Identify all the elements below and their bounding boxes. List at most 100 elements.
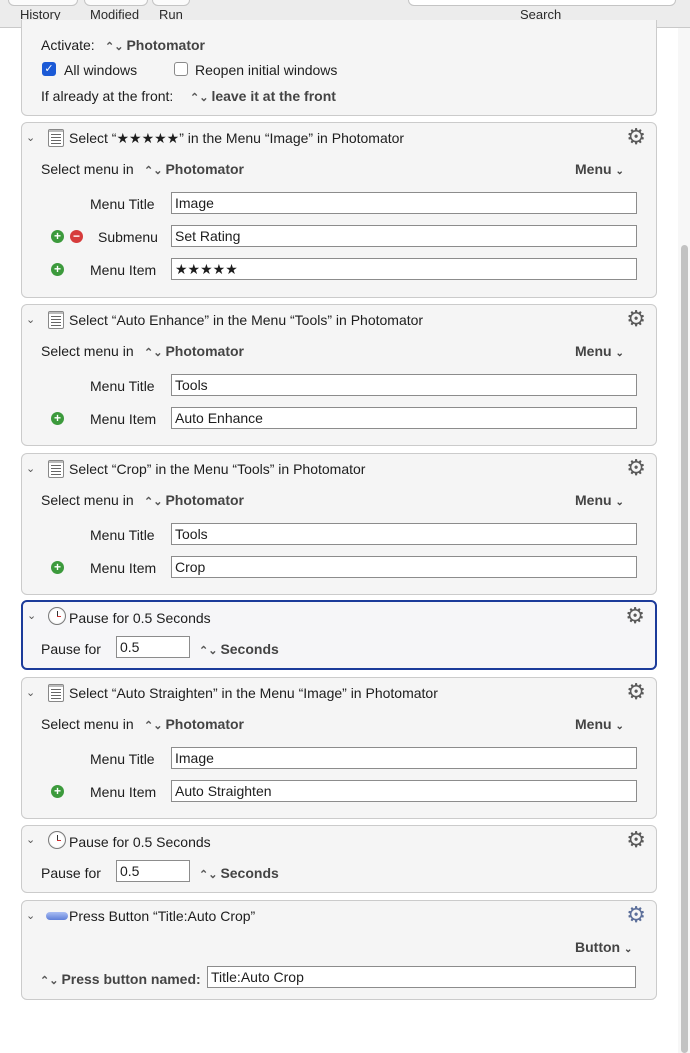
chevron-down-icon[interactable]: ⌄ [26,833,35,846]
menu-item-label: Menu Item [90,411,157,427]
action-title[interactable]: Select “Auto Enhance” in the Menu “Tools… [69,312,423,328]
updown-icon: ⌃⌄ [144,165,163,177]
updown-icon: ⌃⌄ [144,496,163,508]
plus-icon[interactable]: + [51,230,64,243]
press-button-action[interactable]: ⌄ Press Button “Title:Auto Crop” ⚙ Butto… [21,900,657,1000]
modified-button[interactable] [84,0,148,6]
run-button[interactable] [152,0,190,6]
menu-item-field[interactable]: ★★★★★ [171,258,637,280]
pause-action[interactable]: ⌄ Pause for 0.5 Seconds ⚙ Pause for 0.5 … [21,825,657,893]
updown-icon: ⌃⌄ [105,41,124,53]
action-title[interactable]: Select “★★★★★” in the Menu “Image” in Ph… [69,130,404,147]
select-menu-action[interactable]: ⌄ Select “Auto Straighten” in the Menu “… [21,677,657,819]
menu-title-label: Menu Title [90,196,155,212]
menu-action-icon [48,460,64,478]
chevron-down-icon[interactable]: ⌄ [26,909,35,922]
menu-title-field[interactable]: Image [171,192,637,214]
menu-item-label: Menu Item [90,262,157,278]
select-menu-label: Select menu in [41,161,134,177]
gear-icon[interactable]: ⚙ [626,829,646,851]
reopen-windows-checkbox[interactable] [174,62,188,76]
menu-title-field[interactable]: Tools [171,374,637,396]
submenu-field[interactable]: Set Rating [171,225,637,247]
menu-title-field[interactable]: Tools [171,523,637,545]
activate-action[interactable]: Activate: ⌃⌄ Photomator ✓ All windows Reo… [21,20,657,116]
unit-popup[interactable]: ⌃⌄ Seconds [199,865,279,881]
all-windows-label: All windows [64,62,138,78]
gear-icon[interactable]: ⚙ [626,457,646,479]
action-title[interactable]: Pause for 0.5 Seconds [69,834,211,850]
updown-icon: ⌃⌄ [40,975,59,987]
app-popup[interactable]: ⌃⌄ Photomator [144,161,244,177]
chevron-down-icon: ⌄ [615,497,624,508]
gear-icon[interactable]: ⚙ [625,605,645,627]
menu-item-label: Menu Item [90,784,157,800]
plus-icon[interactable]: + [51,561,64,574]
button-options-label: Button [575,939,621,955]
menu-options-popup[interactable]: Menu ⌄ [575,716,624,732]
gear-icon[interactable]: ⚙ [626,904,646,926]
plus-icon[interactable]: + [51,263,64,276]
app-value: Photomator [165,343,244,359]
action-title[interactable]: Select “Auto Straighten” in the Menu “Im… [69,685,438,701]
select-menu-label: Select menu in [41,343,134,359]
minus-icon[interactable]: − [70,230,83,243]
press-button-popup[interactable]: ⌃⌄ Press button named: [40,971,201,987]
menu-item-field[interactable]: Auto Enhance [171,407,637,429]
select-menu-action[interactable]: ⌄ Select “★★★★★” in the Menu “Image” in … [21,122,657,298]
front-label: If already at the front: [41,88,174,104]
chevron-down-icon: ⌄ [615,721,624,732]
action-title[interactable]: Press Button “Title:Auto Crop” [69,908,255,924]
gear-icon[interactable]: ⚙ [626,681,646,703]
menu-item-field[interactable]: Auto Straighten [171,780,637,802]
menu-options-popup[interactable]: Menu ⌄ [575,161,624,177]
select-menu-label: Select menu in [41,716,134,732]
unit-value: Seconds [220,865,279,881]
chevron-down-icon[interactable]: ⌄ [26,131,35,144]
chevron-down-icon[interactable]: ⌄ [26,462,35,475]
activate-app-popup[interactable]: ⌃⌄ Photomator [105,37,205,53]
updown-icon: ⌃⌄ [199,869,218,881]
activate-label: Activate: [41,37,95,53]
history-button[interactable] [8,0,78,6]
menu-item-label: Menu Item [90,560,157,576]
select-menu-action[interactable]: ⌄ Select “Crop” in the Menu “Tools” in P… [21,453,657,595]
action-title[interactable]: Select “Crop” in the Menu “Tools” in Pho… [69,461,365,477]
scrollbar-thumb[interactable] [681,245,688,1053]
chevron-down-icon[interactable]: ⌄ [26,686,35,699]
select-menu-label: Select menu in [41,492,134,508]
pause-duration-field[interactable]: 0.5 [116,860,190,882]
button-action-icon [46,912,68,920]
menu-options-label: Menu [575,492,612,508]
menu-options-popup[interactable]: Menu ⌄ [575,492,624,508]
pause-action[interactable]: ⌄ Pause for 0.5 Seconds ⚙ Pause for 0.5 … [21,600,657,670]
app-popup[interactable]: ⌃⌄ Photomator [144,716,244,732]
updown-icon: ⌃⌄ [190,92,209,104]
app-popup[interactable]: ⌃⌄ Photomator [144,343,244,359]
menu-options-popup[interactable]: Menu ⌄ [575,343,624,359]
unit-value: Seconds [220,641,279,657]
button-name-field[interactable]: Title:Auto Crop [207,966,636,988]
chevron-down-icon[interactable]: ⌄ [27,609,36,622]
gear-icon[interactable]: ⚙ [626,126,646,148]
menu-item-field[interactable]: Crop [171,556,637,578]
search-field[interactable] [408,0,676,6]
all-windows-checkbox[interactable]: ✓ [42,62,56,76]
plus-icon[interactable]: + [51,412,64,425]
unit-popup[interactable]: ⌃⌄ Seconds [199,641,279,657]
menu-title-label: Menu Title [90,378,155,394]
updown-icon: ⌃⌄ [144,720,163,732]
chevron-down-icon[interactable]: ⌄ [26,313,35,326]
button-options-popup[interactable]: Button ⌄ [575,939,632,955]
menu-title-field[interactable]: Image [171,747,637,769]
front-value: leave it at the front [211,88,336,104]
clock-icon [48,831,66,849]
gear-icon[interactable]: ⚙ [626,308,646,330]
plus-icon[interactable]: + [51,785,64,798]
app-popup[interactable]: ⌃⌄ Photomator [144,492,244,508]
action-title[interactable]: Pause for 0.5 Seconds [69,610,211,626]
pause-label: Pause for [41,865,101,881]
pause-duration-field[interactable]: 0.5 [116,636,190,658]
select-menu-action[interactable]: ⌄ Select “Auto Enhance” in the Menu “Too… [21,304,657,446]
front-popup[interactable]: ⌃⌄ leave it at the front [190,88,336,104]
